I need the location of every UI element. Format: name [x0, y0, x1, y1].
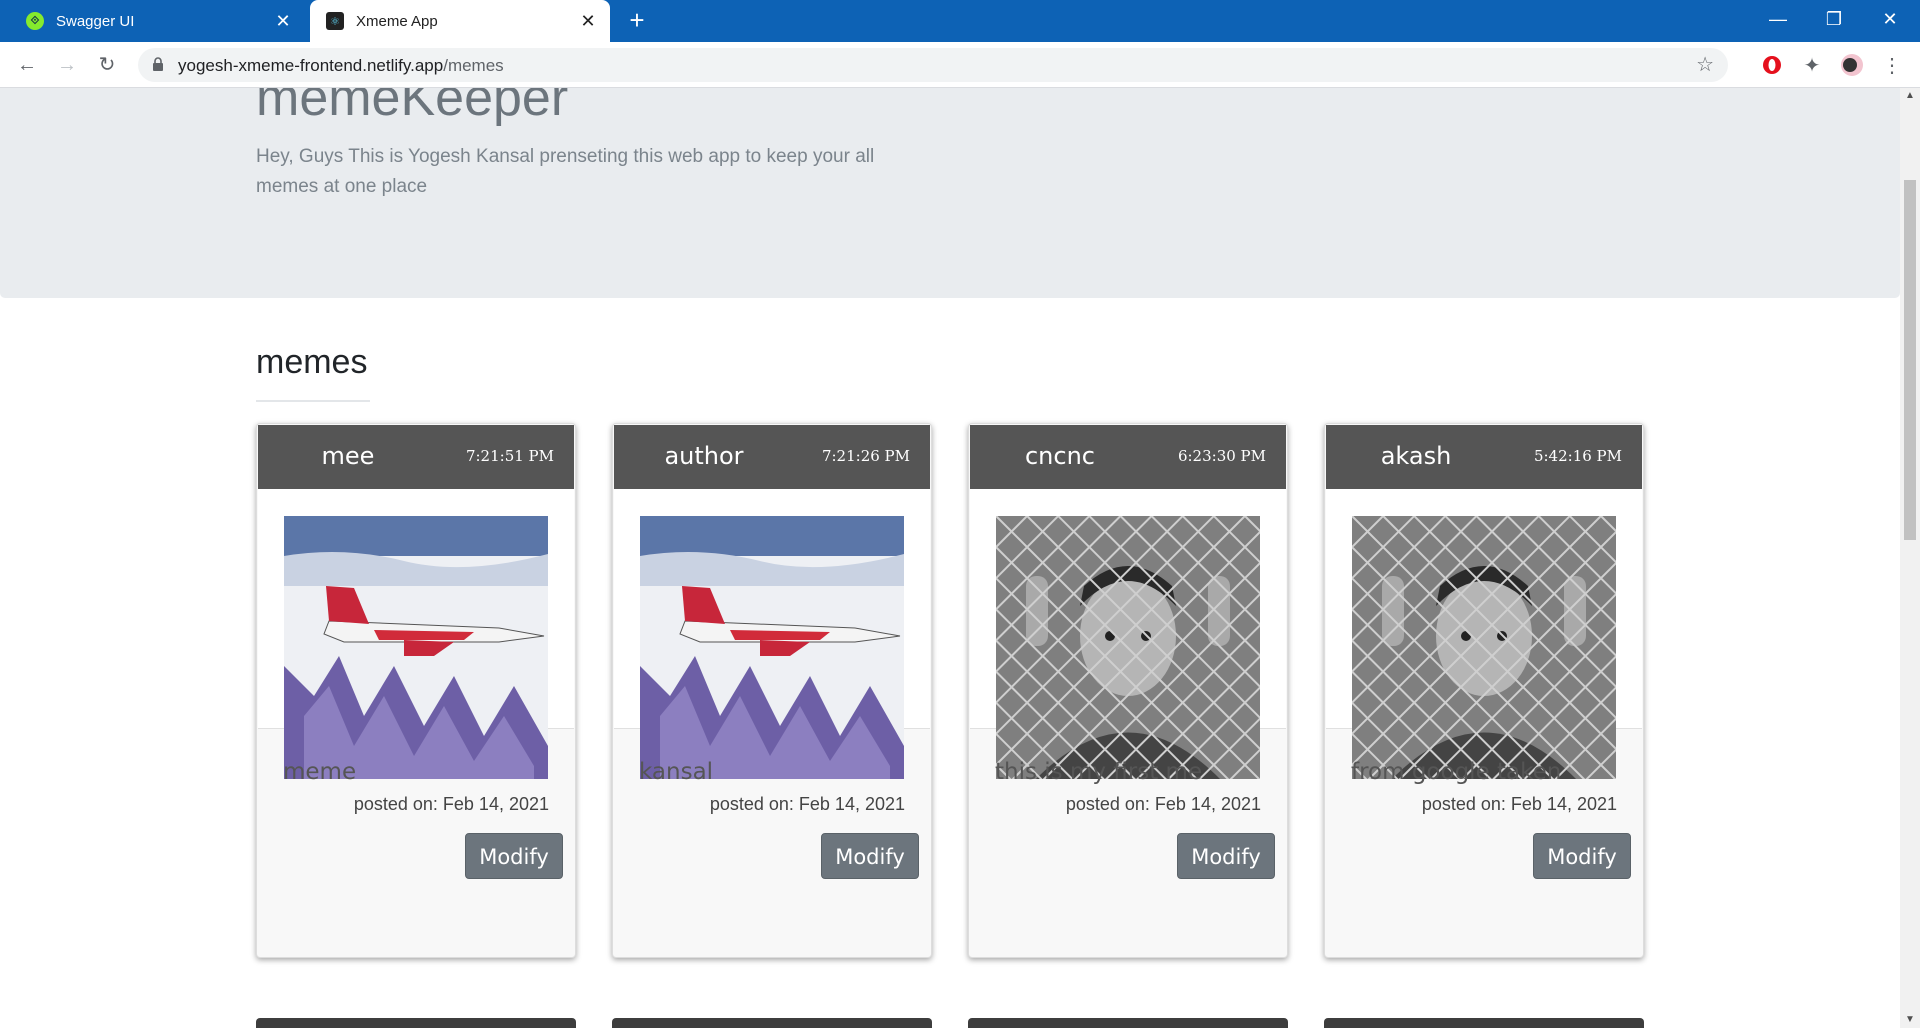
browser-toolbar: ← → ↻ yogesh-xmeme-frontend.netlify.app/… — [0, 42, 1920, 88]
card-body — [258, 489, 574, 779]
card-author: cncnc — [1024, 442, 1095, 470]
card-author: mee — [321, 442, 375, 470]
modify-button[interactable]: Modify — [821, 833, 919, 879]
card-posted-date: posted on: Feb 14, 2021 — [709, 794, 905, 814]
page-viewport: memeKeeper Hey, Guys This is Yogesh Kans… — [0, 88, 1900, 1028]
meme-card-next-row — [256, 1018, 576, 1028]
meme-image-fighter-jet — [284, 516, 548, 779]
card-body — [970, 489, 1286, 779]
card-caption: meme — [283, 759, 357, 785]
tab-label: Xmeme App — [356, 12, 438, 30]
tab-swagger-ui[interactable]: ⟐ Swagger UI ✕ — [10, 0, 305, 42]
bookmark-star-icon[interactable]: ☆ — [1696, 52, 1714, 77]
new-tab-button[interactable]: + — [622, 6, 652, 36]
card-caption: kansal — [639, 759, 714, 785]
card-author: akash — [1380, 442, 1452, 470]
url-text: yogesh-xmeme-frontend.netlify.app/memes — [178, 56, 504, 76]
meme-card-next-row — [968, 1018, 1288, 1028]
address-bar[interactable]: yogesh-xmeme-frontend.netlify.app/memes … — [138, 48, 1728, 82]
modify-button[interactable]: Modify — [465, 833, 563, 879]
meme-card: mee 7:21:51 PM meme posted on: Feb 14, 2… — [256, 423, 576, 958]
card-header: akash 5:42:16 PM — [1326, 425, 1642, 489]
swagger-icon: ⟐ — [26, 12, 44, 30]
card-posted-date: posted on: Feb 14, 2021 — [1065, 794, 1261, 814]
browser-tab-bar: ⟐ Swagger UI ✕ ⚛ Xmeme App ✕ + — ❐ ✕ — [0, 0, 1920, 42]
meme-image-boy-behind-fence — [996, 516, 1260, 779]
tab-xmeme-app[interactable]: ⚛ Xmeme App ✕ — [310, 0, 610, 42]
meme-card: author 7:21:26 PM kansal posted on: Feb … — [612, 423, 932, 958]
meme-card: akash 5:42:16 PM from google taken poste… — [1324, 423, 1644, 958]
card-caption: this is my first me — [995, 759, 1203, 785]
forward-icon[interactable]: → — [52, 50, 82, 80]
opera-extension-icon[interactable] — [1758, 51, 1786, 79]
card-author: author — [664, 442, 744, 470]
card-posted-date: posted on: Feb 14, 2021 — [1421, 794, 1617, 814]
modify-button[interactable]: Modify — [1533, 833, 1631, 879]
card-body — [614, 489, 930, 779]
scroll-up-arrow-icon[interactable]: ▲ — [1904, 90, 1916, 102]
modify-button[interactable]: Modify — [1177, 833, 1275, 879]
close-window-button[interactable]: ✕ — [1862, 0, 1918, 42]
lock-icon — [153, 57, 163, 71]
jumbotron: memeKeeper Hey, Guys This is Yogesh Kans… — [0, 88, 1900, 298]
react-icon: ⚛ — [326, 12, 344, 30]
section-divider — [256, 400, 370, 402]
close-tab-icon[interactable]: ✕ — [576, 11, 600, 32]
restore-button[interactable]: ❐ — [1806, 0, 1862, 42]
brand-title: memeKeeper — [256, 88, 569, 127]
url-path: /memes — [443, 56, 504, 75]
url-host: yogesh-xmeme-frontend.netlify.app — [178, 56, 444, 75]
card-posted-date: posted on: Feb 14, 2021 — [353, 794, 549, 814]
meme-card-next-row — [1324, 1018, 1644, 1028]
meme-image-boy-behind-fence — [1352, 516, 1616, 779]
extensions-puzzle-icon[interactable]: ✦ — [1798, 51, 1826, 79]
back-icon[interactable]: ← — [12, 50, 42, 80]
close-tab-icon[interactable]: ✕ — [271, 11, 295, 32]
card-caption: from google taken — [1351, 759, 1562, 785]
browser-menu-icon[interactable]: ⋮ — [1878, 51, 1906, 79]
scroll-down-arrow-icon[interactable]: ▼ — [1904, 1014, 1916, 1026]
section-title: memes — [256, 343, 368, 381]
card-time: 5:42:16 PM — [1533, 447, 1622, 465]
card-body — [1326, 489, 1642, 779]
profile-avatar[interactable] — [1838, 51, 1866, 79]
card-time: 6:23:30 PM — [1177, 447, 1266, 465]
meme-card-next-row — [612, 1018, 932, 1028]
scrollbar-thumb[interactable] — [1904, 180, 1916, 540]
card-header: author 7:21:26 PM — [614, 425, 930, 489]
meme-image-fighter-jet — [640, 516, 904, 779]
card-time: 7:21:51 PM — [465, 447, 554, 465]
intro-text: Hey, Guys This is Yogesh Kansal prenseti… — [256, 146, 875, 197]
card-header: cncnc 6:23:30 PM — [970, 425, 1286, 489]
page-scrollbar[interactable]: ▲ ▼ — [1900, 88, 1920, 1028]
card-time: 7:21:26 PM — [821, 447, 910, 465]
reload-icon[interactable]: ↻ — [92, 50, 122, 80]
tab-label: Swagger UI — [56, 12, 135, 30]
card-header: mee 7:21:51 PM — [258, 425, 574, 489]
minimize-button[interactable]: — — [1750, 0, 1806, 42]
meme-card: cncnc 6:23:30 PM this is my first me pos… — [968, 423, 1288, 958]
